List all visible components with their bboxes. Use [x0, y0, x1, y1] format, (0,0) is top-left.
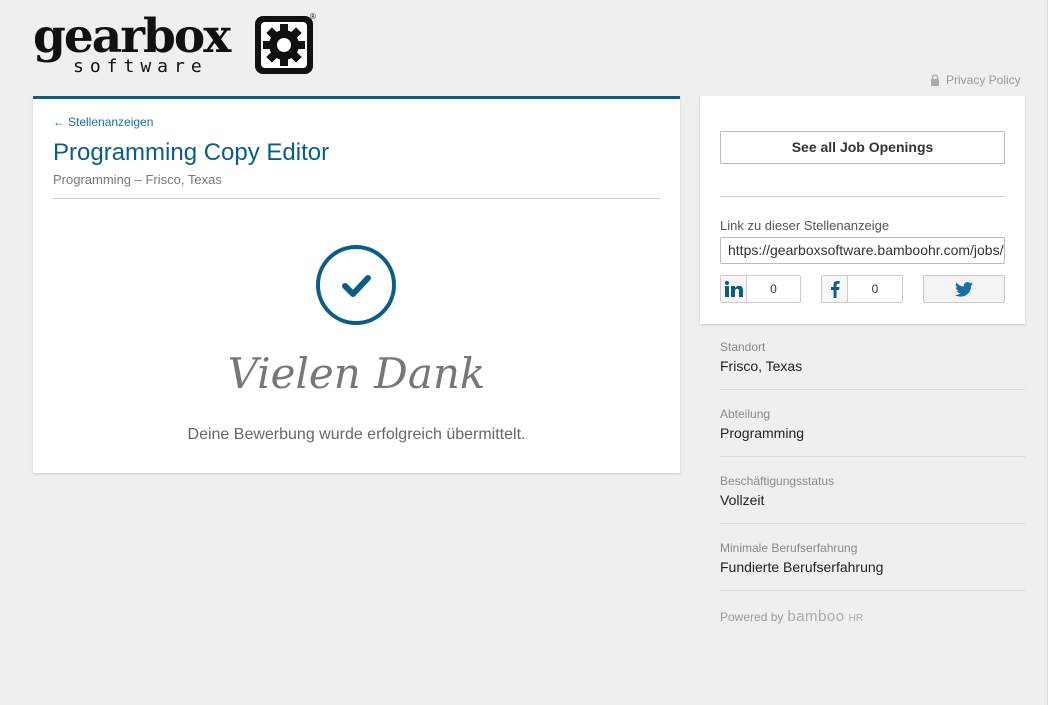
meta-experience: Minimale Berufserfahrung Fundierte Beruf… — [720, 541, 1025, 575]
divider — [720, 456, 1025, 457]
back-to-listings-link[interactable]: ← Stellenanzeigen — [53, 115, 153, 129]
job-title: Programming Copy Editor — [53, 139, 330, 166]
job-link-field[interactable]: https://gearboxsoftware.bamboohr.com/job… — [720, 237, 1005, 264]
linkedin-icon — [721, 276, 747, 302]
facebook-count: 0 — [871, 282, 879, 296]
bamboohr-logo-hr: HR — [848, 613, 864, 624]
divider — [720, 590, 1025, 591]
gear-icon — [255, 16, 313, 74]
arrow-left-icon: ← — [53, 115, 65, 129]
checkmark-icon — [342, 275, 371, 297]
see-all-jobs-button[interactable]: See all Job Openings — [720, 131, 1005, 164]
divider — [720, 523, 1025, 524]
confirmation-message: Deine Bewerbung wurde erfolgreich übermi… — [187, 426, 526, 443]
meta-label: Beschäftigungsstatus — [720, 474, 835, 488]
company-logo: gearbox software ® — [33, 9, 318, 78]
thank-you-heading: Vielen Dank — [227, 349, 486, 398]
privacy-policy-link[interactable]: Privacy Policy — [930, 73, 1021, 87]
meta-value: Frisco, Texas — [720, 358, 803, 374]
meta-employment-status: Beschäftigungsstatus Vollzeit — [720, 474, 1025, 508]
back-link-label: Stellenanzeigen — [68, 115, 154, 129]
linkedin-count: 0 — [770, 282, 777, 296]
twitter-icon — [955, 281, 973, 297]
meta-label: Minimale Berufserfahrung — [720, 541, 858, 555]
divider — [53, 198, 660, 199]
logo-wordmark: gearbox — [33, 9, 231, 64]
share-card: See all Job Openings Link zu dieser Stel… — [700, 96, 1025, 324]
success-circle — [316, 245, 396, 325]
powered-by-bamboohr[interactable]: Powered by bamboo HR — [720, 608, 863, 625]
bamboohr-logo: bamboo — [787, 608, 845, 625]
scrollbar[interactable] — [1047, 0, 1059, 705]
divider — [720, 196, 1005, 197]
job-subtitle: Programming – Frisco, Texas — [53, 172, 222, 187]
meta-label: Standort — [720, 340, 766, 354]
confirmation-card: ← Stellenanzeigen Programming Copy Edito… — [33, 96, 680, 473]
facebook-icon — [822, 276, 848, 302]
linkedin-share-button[interactable]: 0 — [720, 275, 801, 303]
divider — [720, 389, 1025, 390]
lock-icon — [931, 74, 939, 86]
job-link-label: Link zu dieser Stellenanzeige — [720, 218, 890, 233]
meta-label: Abteilung — [720, 407, 771, 421]
powered-by-label: Powered by — [720, 610, 784, 624]
privacy-policy-label: Privacy Policy — [946, 73, 1021, 87]
registered-mark: ® — [310, 12, 316, 21]
facebook-share-button[interactable]: 0 — [821, 275, 903, 303]
meta-department: Abteilung Programming — [720, 407, 1025, 441]
logo-tagline: software — [73, 56, 208, 77]
meta-value: Programming — [720, 425, 805, 441]
meta-value: Fundierte Berufserfahrung — [720, 559, 884, 575]
meta-value: Vollzeit — [720, 492, 765, 508]
meta-location: Standort Frisco, Texas — [720, 340, 1025, 374]
twitter-share-button[interactable] — [923, 275, 1005, 303]
